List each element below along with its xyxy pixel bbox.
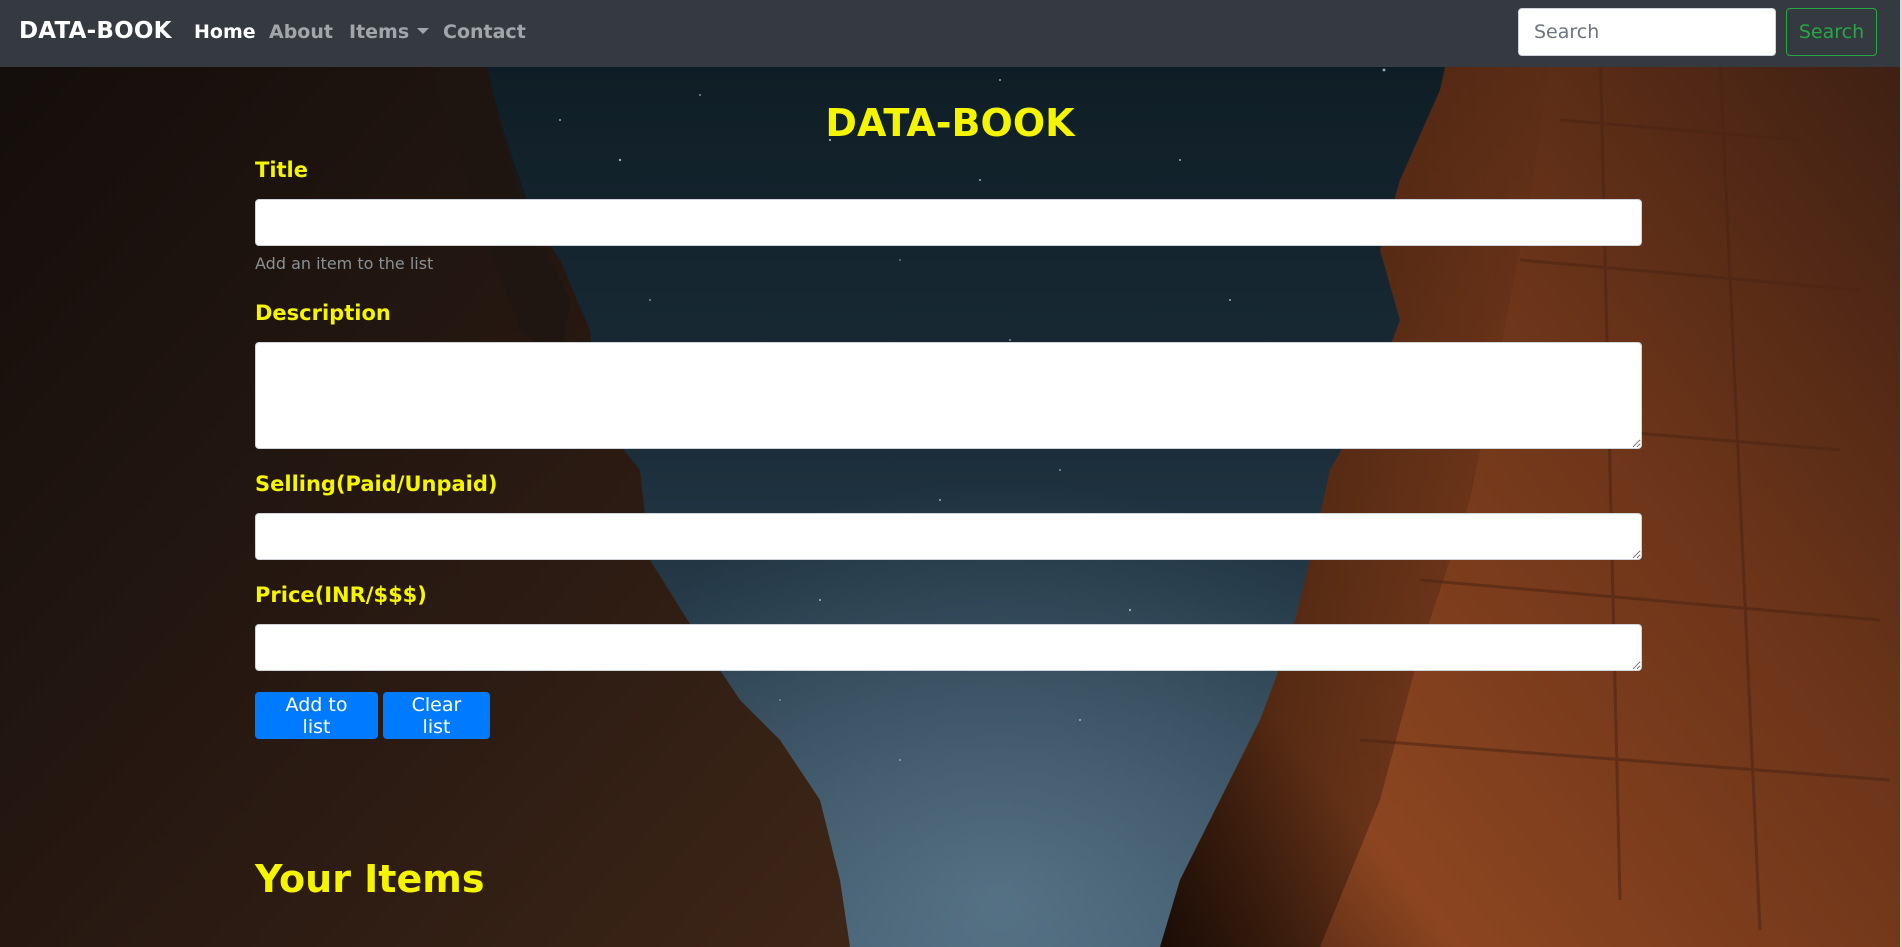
clear-list-button[interactable]: Clear list	[383, 692, 490, 739]
your-items-heading: Your Items	[255, 857, 485, 901]
selling-label: Selling(Paid/Unpaid)	[255, 472, 498, 496]
search-button[interactable]: Search	[1786, 8, 1877, 56]
brand-logo[interactable]: DATA-BOOK	[19, 18, 172, 44]
add-to-list-button[interactable]: Add to list	[255, 692, 378, 739]
nav-dropdown-items-label: Items	[349, 21, 410, 43]
nav-link-contact[interactable]: Contact	[443, 21, 526, 43]
description-label: Description	[255, 301, 391, 325]
title-label: Title	[255, 158, 309, 182]
title-help-text: Add an item to the list	[255, 254, 434, 273]
page-title: DATA-BOOK	[825, 101, 1075, 145]
description-textarea[interactable]	[255, 342, 1642, 449]
nav-link-home[interactable]: Home	[194, 21, 256, 43]
search-input[interactable]	[1518, 8, 1776, 56]
selling-textarea[interactable]	[255, 513, 1642, 560]
price-textarea[interactable]	[255, 624, 1642, 671]
nav-dropdown-items[interactable]: Items	[349, 21, 430, 43]
main-content: DATA-BOOK Title Add an item to the list …	[0, 67, 1900, 947]
title-input[interactable]	[255, 199, 1642, 246]
caret-down-icon	[417, 28, 430, 34]
top-navbar: DATA-BOOK Home About Items Contact Searc…	[0, 0, 1900, 67]
price-label: Price(INR/$$$)	[255, 583, 427, 607]
nav-link-about[interactable]: About	[269, 21, 333, 43]
